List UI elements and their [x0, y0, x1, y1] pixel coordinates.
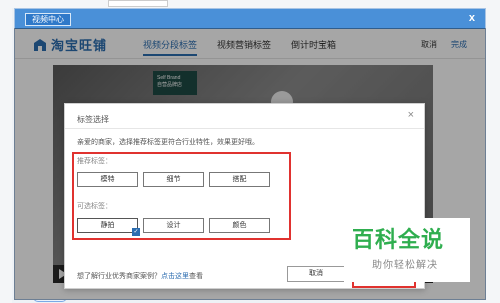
- window-title: 视频中心: [25, 13, 71, 26]
- footer-link[interactable]: 点击这里: [161, 273, 189, 280]
- window-close-button[interactable]: x: [469, 12, 475, 24]
- dialog-footer-text: 想了解行业优秀商家案例？点击这里查看: [77, 271, 203, 281]
- dialog-title: 标签选择: [77, 115, 109, 124]
- dialog-cancel-button[interactable]: 取消: [287, 266, 345, 282]
- checkmark-icon: ✓: [132, 228, 140, 236]
- tag-button-still-shot-label: 静拍: [100, 222, 115, 229]
- footer-prompt: 想了解行业优秀商家案例？: [77, 273, 161, 280]
- dialog-close-button[interactable]: ×: [408, 109, 414, 121]
- watermark-title: 百科全说: [352, 227, 445, 252]
- tag-button-model[interactable]: 模特: [77, 172, 138, 187]
- tag-button-design[interactable]: 设计: [143, 218, 204, 233]
- dialog-description: 亲爱的商家，选择推荐标签更符合行业特性，效果更好哦。: [77, 139, 259, 146]
- tag-button-detail[interactable]: 细节: [143, 172, 204, 187]
- window-titlebar: 视频中心 x: [15, 9, 485, 29]
- recommended-tags-label: 推荐标签：: [77, 158, 112, 165]
- tag-button-still-shot[interactable]: 静拍 ✓: [77, 218, 140, 236]
- background-left-column: [0, 0, 12, 303]
- footer-suffix: 查看: [189, 273, 203, 280]
- tag-button-color[interactable]: 颜色: [209, 218, 270, 233]
- background-select: [108, 0, 168, 7]
- tag-button-matching[interactable]: 搭配: [209, 172, 270, 187]
- dialog-divider: [65, 128, 424, 129]
- watermark-subtitle: 助你轻松解决: [372, 260, 438, 271]
- optional-tags-label: 可选标签：: [77, 203, 112, 210]
- watermark: 百科全说 助你轻松解决: [344, 218, 470, 282]
- background-toolbar: [0, 0, 500, 8]
